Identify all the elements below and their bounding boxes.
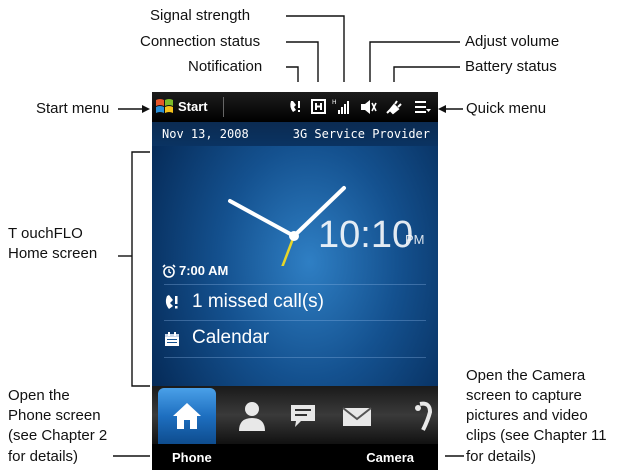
label-connection-status: Connection status: [140, 33, 261, 50]
tab-people[interactable]: [237, 400, 267, 432]
label-signal-strength: Signal strength: [150, 7, 251, 24]
phone-softkey[interactable]: Phone: [172, 450, 212, 465]
label-adjust-volume: Adjust volume: [465, 33, 560, 50]
alarm-text: 7:00 AM: [179, 263, 229, 278]
start-label[interactable]: Start: [178, 99, 208, 114]
camera-softkey[interactable]: Camera: [366, 450, 414, 465]
signal-strength-icon[interactable]: H: [332, 97, 352, 117]
tab-messages[interactable]: [289, 402, 317, 430]
clock-hour-hand: [228, 199, 296, 238]
person-icon: [245, 402, 259, 416]
volume-icon[interactable]: [359, 98, 377, 116]
home-icon: [173, 403, 201, 429]
missed-calls-row[interactable]: 1 missed call(s): [152, 284, 438, 320]
clock-second-hand: [281, 235, 296, 266]
notification-icon[interactable]: [288, 99, 302, 115]
info-bar: Nov 13, 2008 3G Service Provider: [152, 122, 438, 146]
calendar-row[interactable]: Calendar: [152, 321, 438, 357]
camera-note-line: for details): [466, 448, 537, 465]
calendar-icon: [165, 332, 179, 346]
digital-time: 10:10: [318, 214, 414, 256]
phone-note-line: for details): [8, 448, 79, 465]
phone-note-line: Phone screen: [8, 407, 101, 424]
camera-note-line: Open the Camera: [466, 367, 586, 384]
alarm-clock-icon: [162, 264, 176, 278]
label-touchflo-line2: Home screen: [8, 245, 98, 262]
calendar-text: Calendar: [192, 327, 270, 348]
missed-calls-text: 1 missed call(s): [192, 291, 324, 312]
quick-menu-icon[interactable]: [414, 100, 432, 114]
missed-call-icon: [165, 295, 178, 309]
clock-center: [289, 231, 299, 241]
touchflo-tab-bar: [152, 386, 438, 444]
camera-note-line: clips (see Chapter 11: [466, 427, 607, 444]
label-quick-menu: Quick menu: [466, 100, 547, 117]
softkey-bar: Phone Camera: [152, 444, 438, 470]
label-start-menu: Start menu: [36, 100, 110, 117]
connection-status-icon[interactable]: [311, 99, 326, 114]
phone-note-line: (see Chapter 2: [8, 427, 108, 444]
status-divider: [223, 97, 224, 117]
camera-note-line: screen to capture: [466, 387, 582, 404]
battery-status-icon[interactable]: [384, 98, 402, 116]
tab-internet[interactable]: [414, 400, 438, 432]
svg-text:H: H: [332, 99, 337, 106]
digital-ampm: PM: [405, 232, 425, 247]
globe-icon: [419, 401, 433, 431]
status-bar: Start H: [152, 92, 438, 122]
label-notification: Notification: [188, 58, 263, 75]
tab-email[interactable]: [342, 406, 372, 428]
label-battery-status: Battery status: [465, 58, 557, 75]
date-text: Nov 13, 2008: [162, 127, 249, 141]
tab-home[interactable]: [158, 388, 216, 444]
label-touchflo-line1: T ouchFLO: [8, 225, 83, 242]
provider-text: 3G Service Provider: [292, 127, 430, 141]
row-divider: [164, 357, 426, 358]
phone-note-line: Open the: [8, 387, 70, 404]
phone-screen: Start H Nov 13, 2008 3G Service Provider…: [152, 92, 438, 470]
camera-note-line: pictures and video: [466, 407, 588, 424]
windows-start-icon[interactable]: [155, 97, 175, 117]
